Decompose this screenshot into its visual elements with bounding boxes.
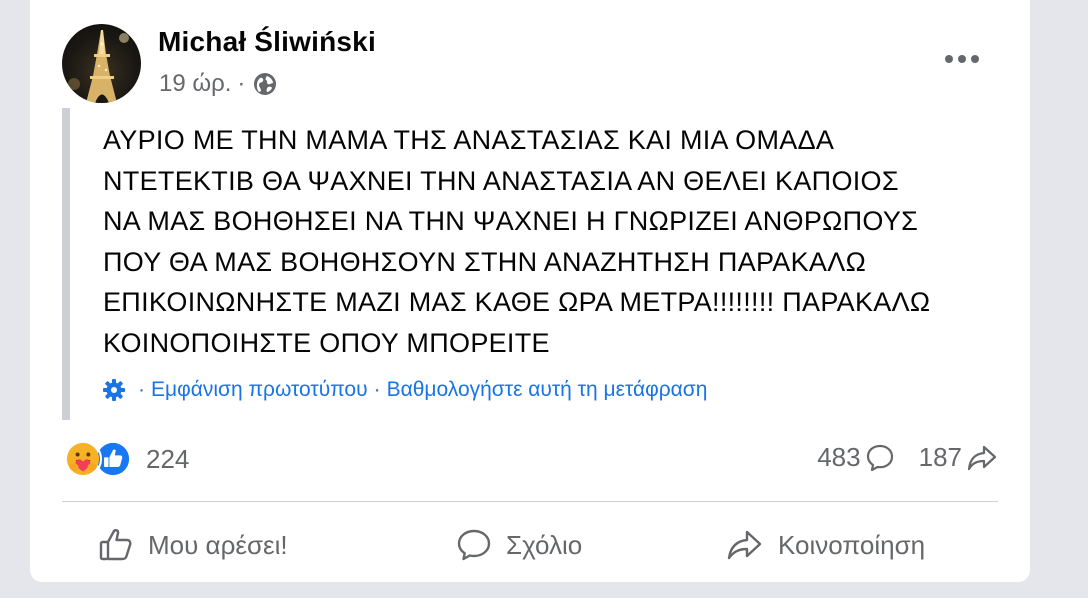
translation-separator: · [373,378,381,401]
like-button[interactable]: Μου αρέσει! [98,520,288,570]
author-name[interactable]: Michał Śliwiński [158,26,376,58]
actions-divider [62,501,998,502]
comments-count: 483 [817,442,861,472]
care-icon [64,440,102,478]
share-icon [727,530,762,560]
thumbs-up-icon [99,528,132,561]
comments-stat[interactable]: 483 [817,442,894,473]
translation-bar: · Εμφάνιση πρωτοτύπου · Βαθμολογήστε αυτ… [102,378,707,402]
like-button-label: Μου αρέσει! [148,529,288,560]
comment-button[interactable]: Σχόλιο [456,520,582,570]
eiffel-tower-photo [68,30,129,103]
shares-count: 187 [918,442,962,472]
meta-separator: · [237,70,246,97]
share-button[interactable]: Κοινοποίηση [726,520,925,570]
reactions-count: 224 [146,443,190,474]
translation-quote-bar [62,108,70,420]
more-dots-icon [945,55,979,63]
post-meta: 19 ώρ. · [159,70,277,98]
comment-bubble-icon [457,529,491,561]
post-card: Michał Śliwiński 19 ώρ. · ΑΥΡΙΟ ΜΕ ΤΗΝ Μ… [30,0,1030,582]
gear-icon [103,379,125,401]
post-text: ΑΥΡΙΟ ΜΕ ΤΗΝ ΜΑΜΑ ΤΗΣ ΑΝΑΣΤΑΣΙΑΣ ΚΑΙ ΜΙΑ… [103,125,931,358]
post-timestamp[interactable]: 19 ώρ. [159,70,231,98]
more-options-button[interactable] [940,44,984,74]
comment-icon [866,444,893,471]
see-original-link[interactable]: Εμφάνιση πρωτοτύπου [151,378,368,402]
engagement-stats: 483 187 [817,442,998,473]
rate-translation-link[interactable]: Βαθμολογήστε αυτή τη μετάφραση [387,378,708,402]
translation-separator: · [138,378,145,401]
share-arrow-icon [967,445,997,470]
comment-button-label: Σχόλιο [506,529,583,560]
reactions-summary[interactable]: 224 [64,440,189,478]
shares-stat[interactable]: 187 [919,442,998,473]
globe-icon[interactable] [253,72,277,96]
share-button-label: Κοινοποίηση [778,529,926,560]
avatar[interactable] [62,24,141,103]
